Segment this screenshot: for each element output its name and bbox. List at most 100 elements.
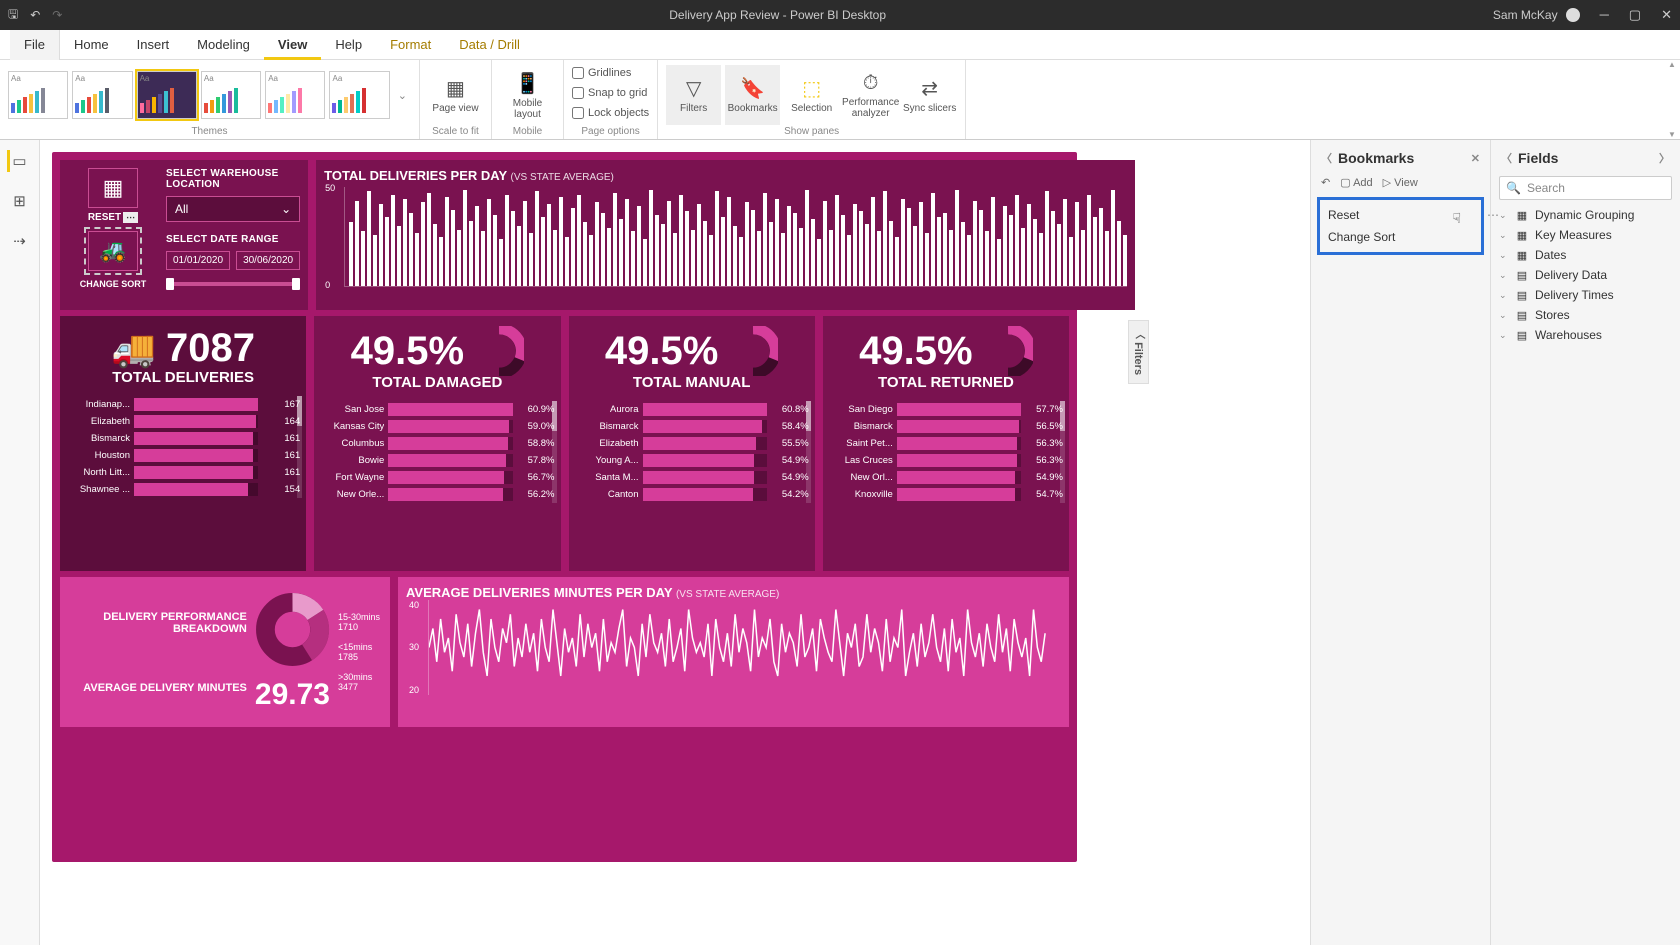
collapse-left-icon[interactable]: 〈 <box>1321 150 1332 166</box>
group-mobile-label: Mobile <box>500 126 555 137</box>
bookmark-more-icon[interactable]: ⋯ <box>1487 208 1499 222</box>
y-30: 30 <box>409 642 419 652</box>
gridlines-check[interactable]: Gridlines <box>572 64 631 82</box>
field-table[interactable]: ⌄▤Stores <box>1499 308 1672 322</box>
sync-slicers-button[interactable]: ⇄Sync slicers <box>902 65 957 125</box>
table-row: Fort Wayne56.7% <box>320 469 554 486</box>
date-to[interactable]: 30/06/2020 <box>236 251 300 270</box>
field-table[interactable]: ⌄▤Delivery Times <box>1499 288 1672 302</box>
tab-file[interactable]: File <box>10 30 60 60</box>
theme-thumb[interactable]: Aa <box>137 71 197 119</box>
minimize-icon[interactable]: ─ <box>1600 7 1609 23</box>
changesort-image-button[interactable]: 🚜 <box>88 231 138 271</box>
table-row: Knoxville54.7% <box>829 486 1063 503</box>
perf-breakdown[interactable]: DELIVERY PERFORMANCE BREAKDOWN AVERAGE D… <box>60 577 390 727</box>
controls-panel: ▦ RESET ⋯ 🚜 CHANGE SORT SELECT WAREHOUSE… <box>60 160 308 310</box>
tab-insert[interactable]: Insert <box>123 30 184 60</box>
filters-collapsed-tab[interactable]: 〈 Filters <box>1128 320 1149 384</box>
theme-thumb[interactable]: Aa <box>329 71 389 119</box>
user-name[interactable]: Sam McKay <box>1493 8 1558 22</box>
data-view-icon[interactable]: ⊞ <box>9 190 31 212</box>
bookmarks-pane-button[interactable]: 🔖Bookmarks <box>725 65 780 125</box>
restore-icon[interactable]: ▢ <box>1629 7 1641 23</box>
top-bar-chart[interactable]: TOTAL DELIVERIES PER DAY (VS STATE AVERA… <box>316 160 1135 310</box>
avatar[interactable] <box>1566 8 1580 22</box>
reset-image-button[interactable]: ▦ <box>88 168 138 208</box>
lock-check[interactable]: Lock objects <box>572 104 649 122</box>
left-rail: ▭ ⊞ ⇢ <box>0 140 40 945</box>
reset-view-icon[interactable]: ↶ <box>1321 176 1330 189</box>
close-icon[interactable]: ✕ <box>1661 7 1672 23</box>
fields-title: Fields <box>1512 150 1659 166</box>
bookmark-changesort[interactable]: Change Sort <box>1326 226 1475 248</box>
report-canvas[interactable]: ▦ RESET ⋯ 🚜 CHANGE SORT SELECT WAREHOUSE… <box>52 152 1077 862</box>
tab-format[interactable]: Format <box>376 30 445 60</box>
tab-home[interactable]: Home <box>60 30 123 60</box>
theme-thumb[interactable]: Aa <box>201 71 261 119</box>
redo-icon[interactable]: ↷ <box>52 8 62 22</box>
field-table[interactable]: ⌄▤Delivery Data <box>1499 268 1672 282</box>
model-view-icon[interactable]: ⇢ <box>9 230 31 252</box>
table-row: Canton54.2% <box>575 486 809 503</box>
theme-thumb[interactable]: Aa <box>72 71 132 119</box>
table-row: Columbus58.8% <box>320 435 554 452</box>
bookmark-list-highlighted: Reset Change Sort ☟ ⋯ <box>1317 197 1484 255</box>
mobile-layout-button[interactable]: 📱Mobile layout <box>500 65 555 125</box>
tab-view[interactable]: View <box>264 30 321 60</box>
view-bookmark-button[interactable]: ▷ View <box>1383 176 1418 189</box>
fields-search[interactable]: 🔍 Search <box>1499 176 1672 200</box>
themes-more-icon[interactable]: ⌄ <box>394 89 411 102</box>
search-icon: 🔍 <box>1506 181 1521 195</box>
avg-value: 29.73 <box>255 678 330 712</box>
theme-thumb[interactable]: Aa <box>8 71 68 119</box>
field-table[interactable]: ⌄▦Dates <box>1499 248 1672 262</box>
seg3-val: 3477 <box>338 682 380 692</box>
table-row: San Jose60.9% <box>320 401 554 418</box>
field-table[interactable]: ⌄▦Dynamic Grouping <box>1499 208 1672 222</box>
report-view-icon[interactable]: ▭ <box>7 150 29 172</box>
filters-pane-button[interactable]: ▽Filters <box>666 65 721 125</box>
date-from[interactable]: 01/01/2020 <box>166 251 230 270</box>
tab-help[interactable]: Help <box>321 30 376 60</box>
selection-pane-button[interactable]: ⬚Selection <box>784 65 839 125</box>
avg-chart-title: AVERAGE DELIVERIES MINUTES PER DAY <box>406 585 672 600</box>
group-pageoptions-label: Page options <box>572 126 649 137</box>
warehouse-dropdown[interactable]: All ⌄ <box>166 196 300 222</box>
snap-check[interactable]: Snap to grid <box>572 84 647 102</box>
collapse-left-icon[interactable]: 〈 <box>1501 150 1512 166</box>
table-row: Bismarck161 <box>66 430 300 447</box>
close-pane-icon[interactable]: ✕ <box>1471 152 1480 165</box>
undo-icon[interactable]: ↶ <box>30 8 40 22</box>
warehouse-label: SELECT WAREHOUSE LOCATION <box>166 168 300 190</box>
tab-modeling[interactable]: Modeling <box>183 30 264 60</box>
save-icon[interactable]: 🖫 <box>8 5 18 26</box>
table-row: Indianap...167 <box>66 396 300 413</box>
kpi-total-deliveries[interactable]: 🚚7087 TOTAL DELIVERIES Indianap...167Eli… <box>60 316 306 571</box>
field-table[interactable]: ⌄▦Key Measures <box>1499 228 1672 242</box>
y-0: 0 <box>325 280 330 290</box>
avg-line-chart[interactable]: AVERAGE DELIVERIES MINUTES PER DAY (VS S… <box>398 577 1069 727</box>
canvas-area[interactable]: ▦ RESET ⋯ 🚜 CHANGE SORT SELECT WAREHOUSE… <box>40 140 1310 945</box>
kpi-total-manual[interactable]: 49.5% TOTAL MANUAL Aurora60.8%Bismarck58… <box>569 316 815 571</box>
table-row: New Orl...54.9% <box>829 469 1063 486</box>
expand-right-icon[interactable]: 〉 <box>1659 150 1670 166</box>
page-view-button[interactable]: ▦Page view <box>428 65 483 125</box>
table-row: Young A...54.9% <box>575 452 809 469</box>
kpi-total-damaged[interactable]: 49.5% TOTAL DAMAGED San Jose60.9%Kansas … <box>314 316 560 571</box>
table-row: Santa M...54.9% <box>575 469 809 486</box>
group-showpanes-label: Show panes <box>666 126 957 137</box>
y-50: 50 <box>325 183 335 193</box>
search-placeholder: Search <box>1527 181 1565 195</box>
seg1-label: 15-30mins <box>338 612 380 622</box>
table-row: North Litt...161 <box>66 464 300 481</box>
perf-analyzer-button[interactable]: ⏱Performance analyzer <box>843 65 898 125</box>
kpi2-value: 49.5% <box>351 329 464 374</box>
tab-data[interactable]: Data / Drill <box>445 30 534 60</box>
add-bookmark-button[interactable]: ▢ Add <box>1340 176 1372 189</box>
theme-thumb[interactable]: Aa <box>265 71 325 119</box>
ribbon-collapse-icon[interactable]: ▲▼ <box>1668 60 1678 139</box>
kpi-total-returned[interactable]: 49.5% TOTAL RETURNED San Diego57.7%Bisma… <box>823 316 1069 571</box>
date-slider[interactable] <box>166 282 300 286</box>
field-table[interactable]: ⌄▤Warehouses <box>1499 328 1672 342</box>
visual-options-icon[interactable]: ⋯ <box>123 212 138 223</box>
